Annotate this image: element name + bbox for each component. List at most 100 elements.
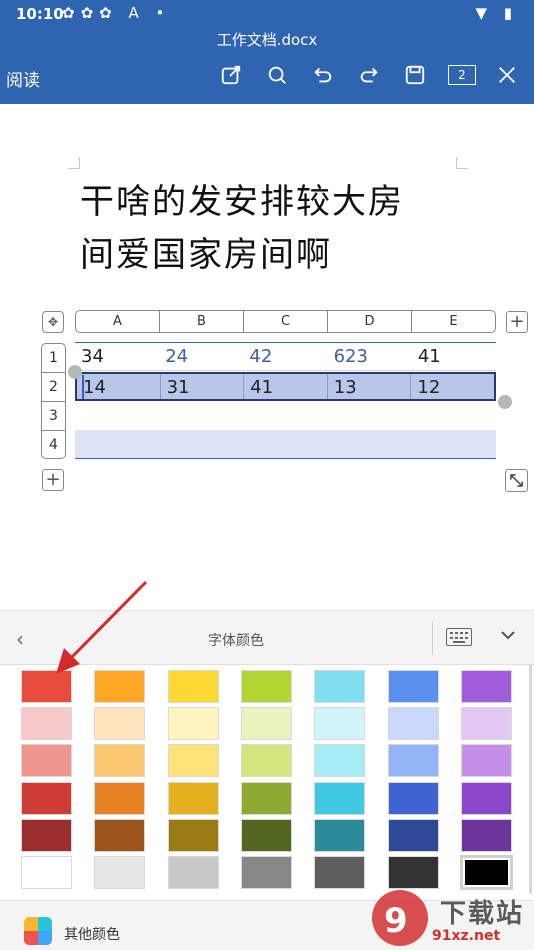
color-swatch[interactable] <box>168 744 219 777</box>
color-swatch[interactable] <box>94 819 145 852</box>
table-cell[interactable] <box>328 430 412 458</box>
document-heading[interactable]: 干啥的发安排较大房 间爱国家房间啊 <box>80 176 480 282</box>
color-swatch[interactable] <box>21 744 72 777</box>
selection-end-handle[interactable] <box>498 395 512 409</box>
color-swatch[interactable] <box>461 819 512 852</box>
read-mode-button[interactable]: 阅读 <box>6 66 40 91</box>
color-swatch-selected[interactable] <box>460 855 513 890</box>
search-icon[interactable] <box>262 60 292 90</box>
table-cell[interactable]: 41 <box>244 374 328 399</box>
table-cell[interactable]: 14 <box>77 374 161 399</box>
add-column-button[interactable]: + <box>506 311 528 333</box>
color-swatch[interactable] <box>388 856 439 889</box>
color-swatch[interactable] <box>461 782 512 815</box>
page-count-badge[interactable]: 2 <box>448 65 476 85</box>
chevron-down-icon[interactable] <box>499 626 517 648</box>
color-swatch[interactable] <box>461 744 512 777</box>
keyboard-icon[interactable] <box>446 628 472 646</box>
heading-line-2: 间爱国家房间啊 <box>80 235 332 275</box>
color-swatch[interactable] <box>168 670 219 703</box>
color-swatch[interactable] <box>21 856 72 889</box>
table-cell[interactable]: 41 <box>412 343 496 370</box>
selected-table-row: 14 31 41 13 12 <box>75 372 496 401</box>
column-header[interactable]: B <box>160 311 244 332</box>
edit-icon[interactable] <box>216 60 246 90</box>
color-swatch[interactable] <box>314 782 365 815</box>
color-swatch[interactable] <box>21 707 72 740</box>
color-swatch[interactable] <box>388 782 439 815</box>
color-swatch[interactable] <box>21 819 72 852</box>
color-swatch[interactable] <box>388 707 439 740</box>
color-swatch[interactable] <box>461 707 512 740</box>
color-swatch[interactable] <box>314 856 365 889</box>
table-cell[interactable] <box>412 430 496 458</box>
watermark-url: 91xz.net <box>432 928 501 944</box>
table-cell[interactable] <box>159 401 243 430</box>
color-swatch[interactable] <box>241 744 292 777</box>
color-swatch[interactable] <box>94 856 145 889</box>
table-row <box>75 430 496 459</box>
color-swatch[interactable] <box>241 856 292 889</box>
redo-icon[interactable] <box>354 60 384 90</box>
table-cell[interactable] <box>159 430 243 458</box>
color-swatch[interactable] <box>21 670 72 703</box>
color-swatch[interactable] <box>388 670 439 703</box>
text-cursor <box>82 375 84 399</box>
color-swatch[interactable] <box>168 707 219 740</box>
color-swatch[interactable] <box>314 819 365 852</box>
color-swatch[interactable] <box>388 744 439 777</box>
color-swatch[interactable] <box>241 707 292 740</box>
status-notification-icons: ✿✿✿ A • <box>62 4 171 22</box>
column-header[interactable]: C <box>244 311 328 332</box>
row-header[interactable]: 3 <box>42 402 65 431</box>
color-swatch[interactable] <box>241 819 292 852</box>
color-swatch[interactable] <box>94 670 145 703</box>
selection-start-handle[interactable] <box>68 365 82 379</box>
color-swatch[interactable] <box>314 670 365 703</box>
table-cell[interactable]: 31 <box>161 374 245 399</box>
table-cell[interactable] <box>75 430 159 458</box>
color-swatch[interactable] <box>461 670 512 703</box>
table-move-icon[interactable]: ✥ <box>42 311 64 333</box>
table-cell[interactable]: 623 <box>328 343 412 370</box>
table-row <box>75 401 496 430</box>
color-swatch[interactable] <box>168 856 219 889</box>
expand-table-icon[interactable] <box>505 469 528 492</box>
color-swatch[interactable] <box>168 819 219 852</box>
palette-scrollbar[interactable] <box>529 664 532 894</box>
save-icon[interactable] <box>400 60 430 90</box>
color-swatch[interactable] <box>94 744 145 777</box>
table-cell[interactable] <box>243 430 327 458</box>
add-row-button[interactable]: + <box>42 469 64 491</box>
row-header[interactable]: 4 <box>42 431 65 460</box>
close-icon[interactable] <box>492 60 522 90</box>
table-cell[interactable]: 12 <box>411 374 494 399</box>
more-colors-label: 其他颜色 <box>64 927 120 943</box>
column-header[interactable]: E <box>412 311 495 332</box>
undo-icon[interactable] <box>308 60 338 90</box>
color-swatch[interactable] <box>94 707 145 740</box>
color-swatch[interactable] <box>314 707 365 740</box>
row-header[interactable]: 2 <box>42 373 65 402</box>
table-cell[interactable] <box>75 401 159 430</box>
table-cell[interactable] <box>412 401 496 430</box>
color-swatch[interactable] <box>241 670 292 703</box>
column-header[interactable]: A <box>76 311 160 332</box>
table-cell[interactable] <box>243 401 327 430</box>
page-margin-mark <box>68 157 80 169</box>
color-swatch[interactable] <box>168 782 219 815</box>
table-cell[interactable]: 24 <box>159 343 243 370</box>
table-cell[interactable] <box>328 401 412 430</box>
color-swatch[interactable] <box>94 782 145 815</box>
row-header[interactable]: 1 <box>42 344 65 373</box>
color-swatch[interactable] <box>388 819 439 852</box>
color-picker-icon <box>24 917 52 945</box>
table-cell[interactable]: 13 <box>328 374 412 399</box>
color-swatch[interactable] <box>241 782 292 815</box>
color-swatch[interactable] <box>21 782 72 815</box>
toolbar: 2 <box>200 60 522 90</box>
table-cell[interactable]: 42 <box>243 343 327 370</box>
color-swatch[interactable] <box>314 744 365 777</box>
column-header[interactable]: D <box>328 311 412 332</box>
table-cell[interactable]: 34 <box>75 343 159 370</box>
